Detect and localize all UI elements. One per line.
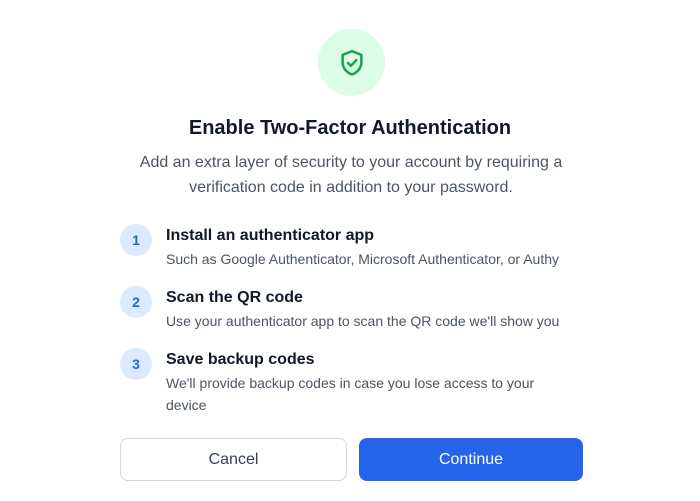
- step-title: Scan the QR code: [166, 289, 303, 306]
- step-item: 1 Install an authenticator app Such as G…: [120, 224, 590, 270]
- step-item: 2 Scan the QR code Use your authenticato…: [120, 286, 590, 332]
- step-item: 3 Save backup codes We'll provide backup…: [120, 348, 590, 416]
- step-body: Save backup codes We'll provide backup c…: [166, 348, 561, 416]
- cancel-button[interactable]: Cancel: [120, 438, 347, 481]
- dialog-title: Enable Two-Factor Authentication: [188, 117, 512, 139]
- step-number: 2: [120, 286, 152, 318]
- step-description: We'll provide backup codes in case you l…: [166, 375, 535, 413]
- step-title: Install an authenticator app: [166, 227, 375, 244]
- step-description: Such as Google Authenticator, Microsoft …: [166, 251, 560, 267]
- two-factor-dialog: Enable Two-Factor Authentication Add an …: [0, 0, 700, 501]
- shield-check-icon: [340, 49, 363, 76]
- step-number: 1: [120, 224, 152, 256]
- step-body: Install an authenticator app Such as Goo…: [166, 224, 586, 270]
- shield-icon-badge: [318, 29, 385, 96]
- step-description: Use your authenticator app to scan the Q…: [166, 313, 560, 329]
- step-body: Scan the QR code Use your authenticator …: [166, 286, 586, 332]
- step-number: 3: [120, 348, 152, 380]
- continue-button[interactable]: Continue: [359, 438, 583, 481]
- step-title: Save backup codes: [166, 351, 315, 368]
- dialog-description: Add an extra layer of security to your a…: [139, 154, 563, 196]
